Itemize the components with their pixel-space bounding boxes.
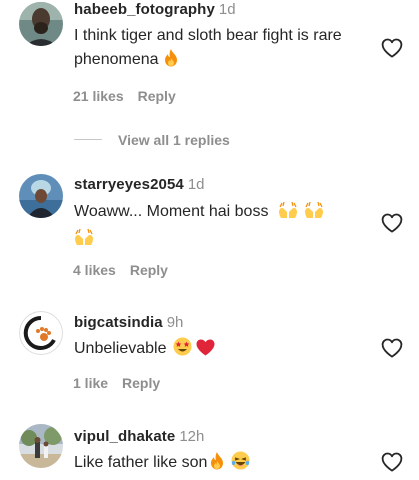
username[interactable]: habeeb_fotography [74, 1, 215, 18]
reply-button[interactable]: Reply [122, 375, 160, 391]
heart-outline-icon[interactable] [381, 213, 403, 233]
fire-emoji [209, 451, 225, 478]
comment-header: vipul_dhakate 12h [74, 427, 204, 447]
comment-item: habeeb_fotography 1d I think tiger and sl… [0, 0, 419, 160]
comment-time: 12h [179, 428, 205, 445]
comment-header: habeeb_fotography 1d [74, 0, 236, 20]
comment-meta: 1 like Reply [73, 374, 160, 392]
likes-count[interactable]: 21 likes [73, 88, 124, 104]
view-replies-label: View all 1 replies [118, 131, 230, 148]
heart-outline-icon[interactable] [381, 338, 403, 358]
red-heart-emoji [196, 339, 215, 364]
likes-count[interactable]: 1 like [73, 375, 108, 391]
avatar[interactable] [19, 174, 63, 218]
comment-time: 1d [187, 176, 205, 193]
username[interactable]: starryeyes2054 [74, 176, 184, 193]
raising-hands-emoji [74, 228, 94, 254]
divider-line [74, 139, 102, 141]
comment-text-content: Woaww... Moment hai boss [74, 203, 269, 220]
comment-item: vipul_dhakate 12h Like father like son [0, 424, 419, 480]
comment-item: bigcatsindia 9h Unbelievable 1 like Reply [0, 311, 419, 403]
comment-text: I think tiger and sloth bear fight is ra… [74, 24, 364, 75]
comment-text-content: I think tiger and sloth bear fight is ra… [74, 27, 342, 68]
username[interactable]: vipul_dhakate [74, 428, 175, 445]
comment-text: Like father like son [74, 451, 364, 478]
comment-time: 9h [166, 314, 184, 331]
raising-hands-emoji [278, 201, 298, 227]
comment-item: starryeyes2054 1d Woaww... Moment hai bos… [0, 172, 419, 292]
comment-text: Unbelievable [74, 337, 364, 364]
heart-outline-icon[interactable] [381, 38, 403, 58]
likes-count[interactable]: 4 likes [73, 262, 116, 278]
reply-button[interactable]: Reply [130, 262, 168, 278]
raising-hands-emoji [304, 201, 324, 227]
reply-button[interactable]: Reply [138, 88, 176, 104]
comment-header: bigcatsindia 9h [74, 313, 183, 333]
comment-text: Woaww... Moment hai boss [74, 200, 374, 254]
avatar[interactable] [19, 424, 63, 468]
comment-meta: 4 likes Reply [73, 261, 168, 279]
view-replies-button[interactable]: View all 1 replies [74, 131, 230, 151]
comment-meta: 21 likes Reply [73, 87, 176, 105]
star-struck-emoji [173, 337, 192, 364]
laughing-emoji [231, 451, 250, 478]
comment-header: starryeyes2054 1d [74, 175, 205, 195]
fire-emoji [163, 48, 179, 75]
comment-time: 1d [218, 1, 236, 18]
comment-text-content: Like father like son [74, 454, 208, 471]
avatar[interactable] [19, 2, 63, 46]
heart-outline-icon[interactable] [381, 452, 403, 472]
username[interactable]: bigcatsindia [74, 314, 163, 331]
comment-text-content: Unbelievable [74, 340, 167, 357]
avatar[interactable] [19, 311, 63, 355]
